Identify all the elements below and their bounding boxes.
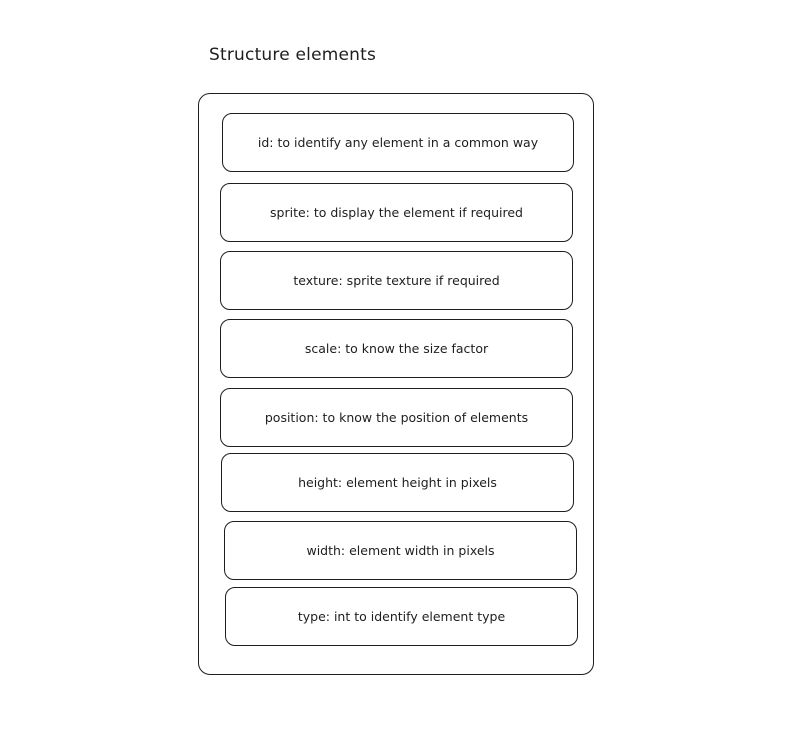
field-sprite: sprite: to display the element if requir… <box>220 183 573 242</box>
field-height: height: element height in pixels <box>221 453 574 512</box>
field-position: position: to know the position of elemen… <box>220 388 573 447</box>
diagram-title: Structure elements <box>209 45 377 65</box>
field-type: type: int to identify element type <box>225 587 578 646</box>
field-scale: scale: to know the size factor <box>220 319 573 378</box>
field-id: id: to identify any element in a common … <box>222 113 574 172</box>
field-width: width: element width in pixels <box>224 521 577 580</box>
field-texture: texture: sprite texture if required <box>220 251 573 310</box>
